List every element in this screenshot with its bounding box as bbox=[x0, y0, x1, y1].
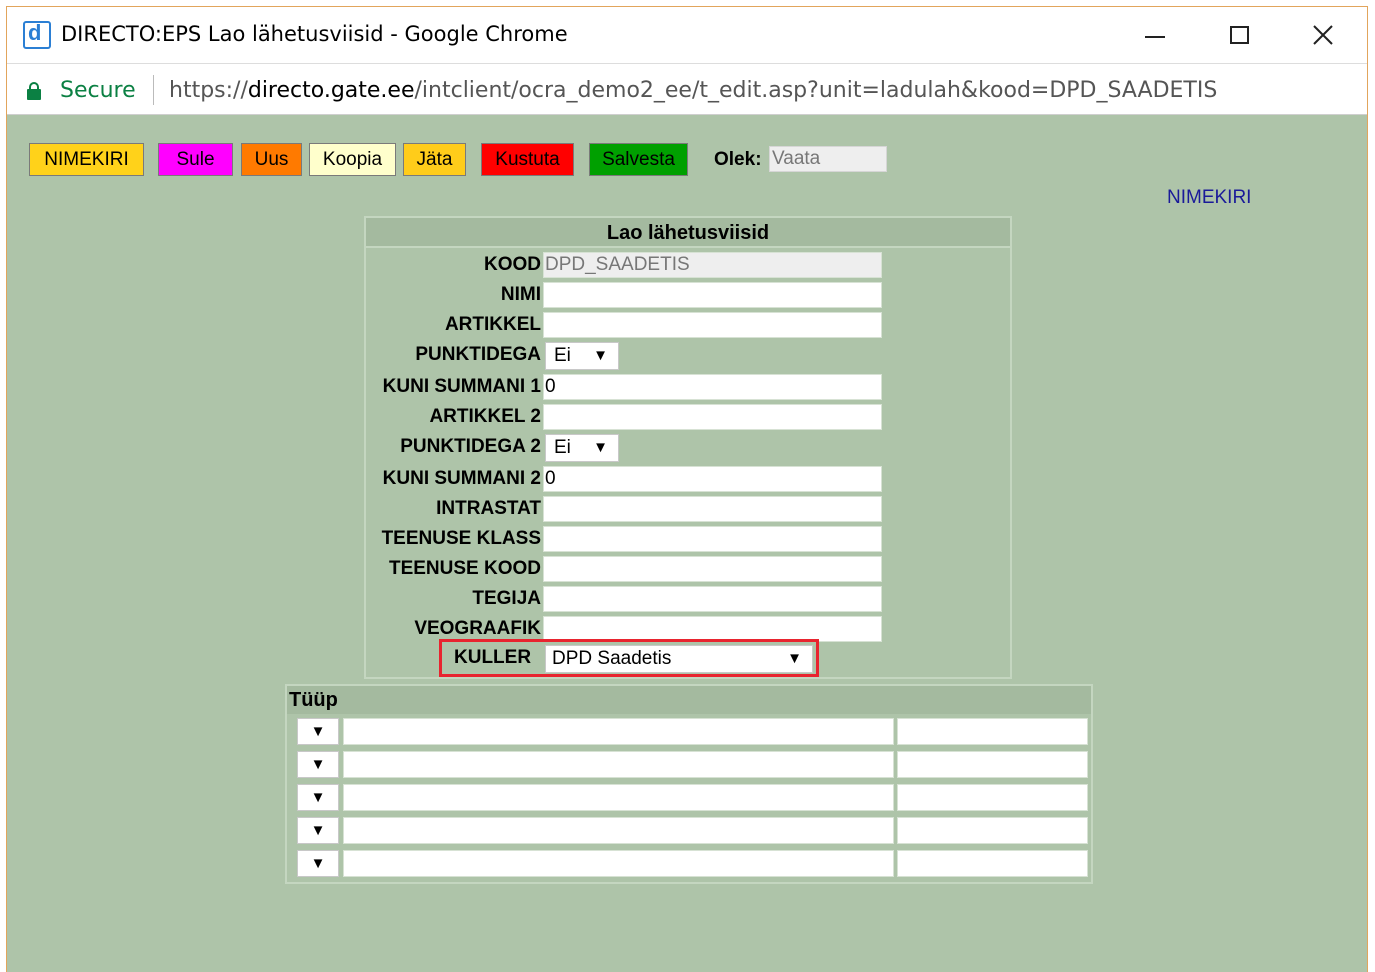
address-separator bbox=[153, 75, 154, 105]
field-label: NIMI bbox=[500, 284, 541, 305]
chevron-down-icon: ▼ bbox=[310, 822, 326, 839]
type-select[interactable]: ▼ bbox=[297, 751, 339, 778]
minimize-icon bbox=[1145, 36, 1165, 38]
browser-window: d DIRECTO:EPS Lao lähetusviisid - Google… bbox=[6, 6, 1368, 972]
toolbar-button-koopia[interactable]: Koopia bbox=[309, 143, 396, 176]
type-value-input[interactable] bbox=[343, 751, 894, 778]
field-label: KOOD bbox=[484, 254, 541, 275]
field-select[interactable]: Ei ▼ bbox=[545, 434, 619, 462]
chevron-down-icon: ▼ bbox=[787, 650, 802, 667]
maximize-icon bbox=[1229, 26, 1249, 44]
type-extra-input[interactable] bbox=[897, 817, 1088, 844]
type-select[interactable]: ▼ bbox=[297, 718, 339, 745]
field-label: TEENUSE KOOD bbox=[388, 558, 541, 579]
field-label: TEENUSE KLASS bbox=[381, 528, 541, 549]
form-row: ARTIKKEL bbox=[366, 311, 1010, 341]
chevron-down-icon: ▼ bbox=[310, 789, 326, 806]
field-label: ARTIKKEL bbox=[444, 314, 541, 335]
table-row: ▼ bbox=[287, 749, 1091, 779]
field-label: ARTIKKEL 2 bbox=[429, 406, 541, 427]
form-row: TEENUSE KLASS bbox=[366, 525, 1010, 555]
form-panel: Lao lähetusviisid KOOD DPD_SAADETIS NIMI AR… bbox=[364, 216, 1012, 679]
form-row: PUNKTIDEGA 2 Ei ▼ bbox=[366, 433, 1010, 463]
minimize-button[interactable] bbox=[1125, 15, 1185, 55]
field-input[interactable]: 0 bbox=[543, 374, 882, 400]
field-input[interactable] bbox=[543, 556, 882, 582]
kuller-select[interactable]: DPD Saadetis ▼ bbox=[545, 645, 813, 673]
url-text[interactable]: https://directo.gate.ee/intclient/ocra_d… bbox=[169, 78, 1217, 103]
form-title: Lao lähetusviisid bbox=[366, 218, 1010, 248]
close-button[interactable] bbox=[1293, 15, 1353, 55]
toolbar-button-sule[interactable]: Sule bbox=[158, 143, 233, 176]
chevron-down-icon: ▼ bbox=[310, 723, 326, 740]
field-label: INTRASTAT bbox=[436, 498, 541, 519]
field-input[interactable] bbox=[543, 404, 882, 430]
field-input[interactable] bbox=[543, 526, 882, 552]
form-row: NIMI bbox=[366, 281, 1010, 311]
kuller-label: KULLER bbox=[454, 647, 532, 668]
type-value-input[interactable] bbox=[343, 784, 894, 811]
page-content: NIMEKIRI Sule Uus Koopia Jäta Kustuta Salvesta… bbox=[7, 115, 1367, 972]
type-table-header: Tüüp bbox=[287, 686, 1091, 714]
field-label: TEGIJA bbox=[472, 588, 541, 609]
toolbar-button-nimekiri[interactable]: NIMEKIRI bbox=[29, 143, 144, 176]
form-row: TEENUSE KOOD bbox=[366, 555, 1010, 585]
chevron-down-icon: ▼ bbox=[593, 347, 608, 364]
address-bar[interactable]: Secure https://directo.gate.ee/intclient… bbox=[7, 63, 1367, 115]
title-bar: d DIRECTO:EPS Lao lähetusviisid - Google… bbox=[7, 7, 1367, 63]
table-row: ▼ bbox=[287, 716, 1091, 746]
type-value-input[interactable] bbox=[343, 718, 894, 745]
form-row: KUNI SUMMANI 10 bbox=[366, 373, 1010, 403]
type-value-input[interactable] bbox=[343, 817, 894, 844]
type-select[interactable]: ▼ bbox=[297, 784, 339, 811]
field-input[interactable] bbox=[543, 282, 882, 308]
field-input[interactable] bbox=[543, 586, 882, 612]
field-label: PUNKTIDEGA bbox=[415, 344, 541, 365]
toolbar-button-kustuta[interactable]: Kustuta bbox=[481, 143, 574, 176]
lock-icon bbox=[27, 82, 43, 100]
maximize-button[interactable] bbox=[1209, 15, 1269, 55]
table-row: ▼ bbox=[287, 848, 1091, 878]
type-extra-input[interactable] bbox=[897, 850, 1088, 877]
list-link[interactable]: NIMEKIRI bbox=[1167, 187, 1251, 209]
type-table: Tüüp ▼ ▼ ▼ ▼ ▼ bbox=[285, 684, 1093, 884]
type-select[interactable]: ▼ bbox=[297, 850, 339, 877]
field-label: KUNI SUMMANI 2 bbox=[382, 468, 541, 489]
chevron-down-icon: ▼ bbox=[593, 439, 608, 456]
toolbar-button-uus[interactable]: Uus bbox=[241, 143, 302, 176]
field-input[interactable] bbox=[543, 312, 882, 338]
field-input[interactable]: DPD_SAADETIS bbox=[543, 252, 882, 278]
secure-label: Secure bbox=[60, 78, 136, 103]
field-label: PUNKTIDEGA 2 bbox=[400, 436, 541, 457]
form-row: ARTIKKEL 2 bbox=[366, 403, 1010, 433]
window-title: DIRECTO:EPS Lao lähetusviisid - Google C… bbox=[61, 22, 568, 46]
table-row: ▼ bbox=[287, 782, 1091, 812]
chevron-down-icon: ▼ bbox=[310, 855, 326, 872]
type-select[interactable]: ▼ bbox=[297, 817, 339, 844]
type-extra-input[interactable] bbox=[897, 784, 1088, 811]
form-row: KUNI SUMMANI 20 bbox=[366, 465, 1010, 495]
table-row: ▼ bbox=[287, 815, 1091, 845]
state-label: Olek: bbox=[714, 149, 762, 170]
type-extra-input[interactable] bbox=[897, 751, 1088, 778]
form-row: KOOD DPD_SAADETIS bbox=[366, 251, 1010, 281]
toolbar-button-jäta[interactable]: Jäta bbox=[403, 143, 466, 176]
field-select[interactable]: Ei ▼ bbox=[545, 342, 619, 370]
kuller-highlight: KULLER DPD Saadetis ▼ bbox=[439, 639, 819, 677]
field-label: KUNI SUMMANI 1 bbox=[382, 376, 541, 397]
directo-app-icon: d bbox=[23, 20, 51, 49]
type-value-input[interactable] bbox=[343, 850, 894, 877]
state-field[interactable]: Vaata bbox=[769, 146, 887, 172]
close-icon bbox=[1313, 25, 1333, 45]
field-label: VEOGRAAFIK bbox=[414, 618, 541, 639]
chevron-down-icon: ▼ bbox=[310, 756, 326, 773]
type-extra-input[interactable] bbox=[897, 718, 1088, 745]
toolbar-button-salvesta[interactable]: Salvesta bbox=[589, 143, 688, 176]
form-row: PUNKTIDEGA Ei ▼ bbox=[366, 341, 1010, 371]
field-input[interactable]: 0 bbox=[543, 466, 882, 492]
field-input[interactable] bbox=[543, 496, 882, 522]
form-row: INTRASTAT bbox=[366, 495, 1010, 525]
form-row: TEGIJA bbox=[366, 585, 1010, 615]
